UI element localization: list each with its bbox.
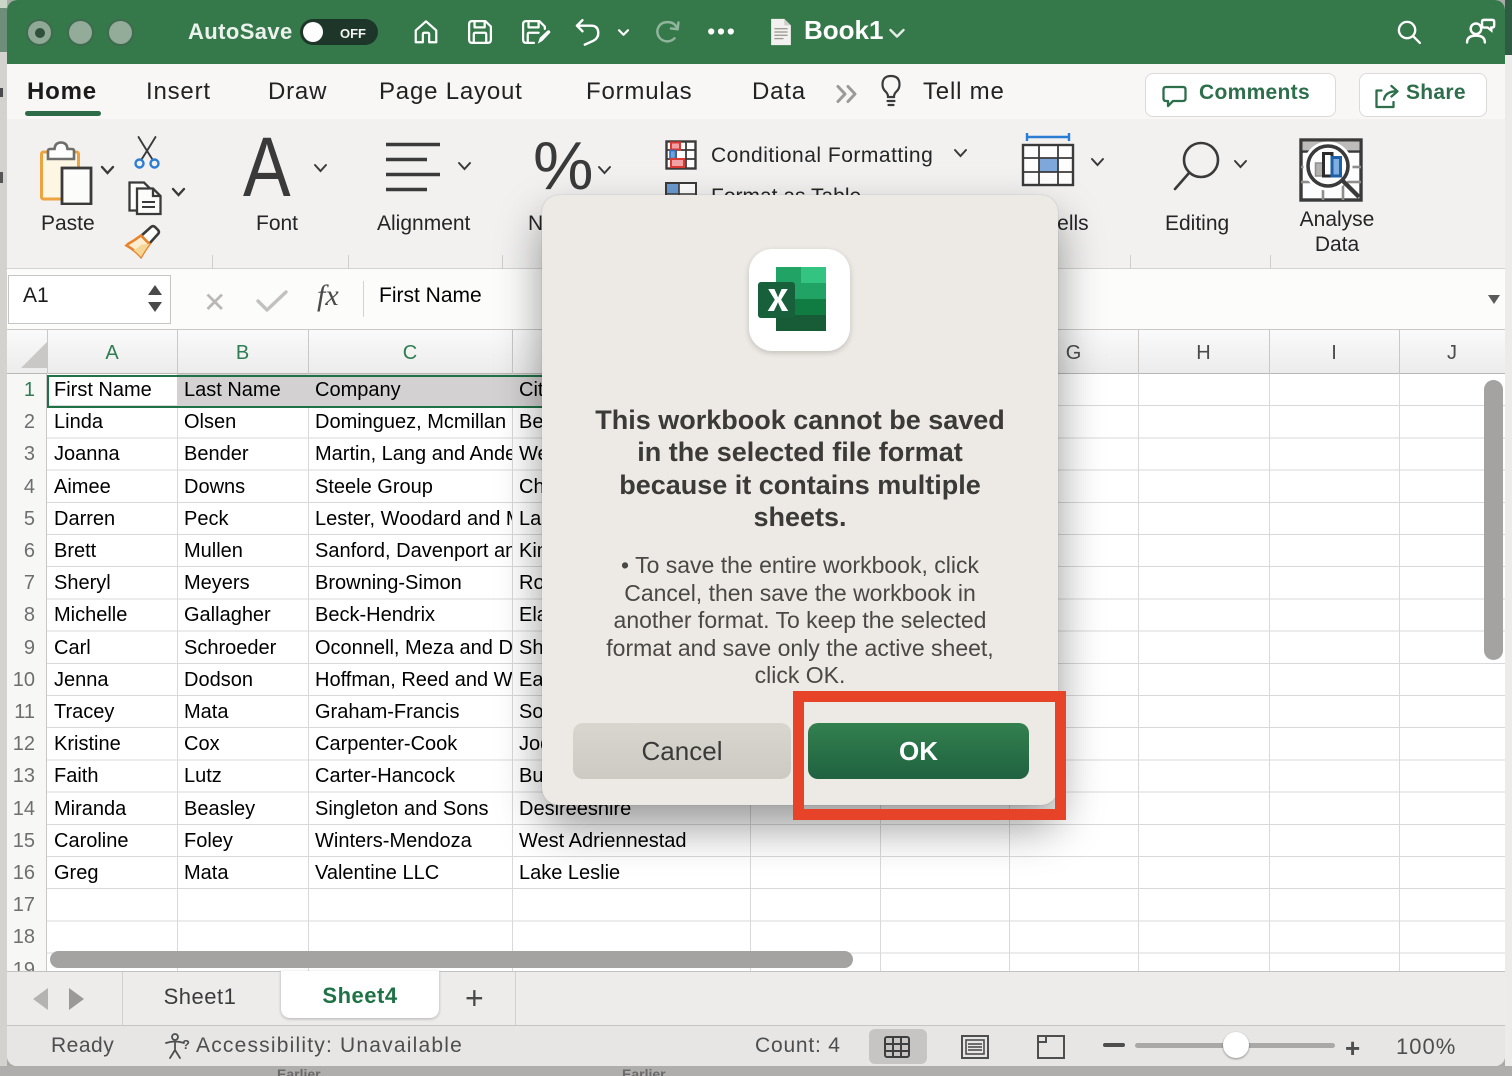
svg-text:?: ? bbox=[182, 1037, 190, 1052]
